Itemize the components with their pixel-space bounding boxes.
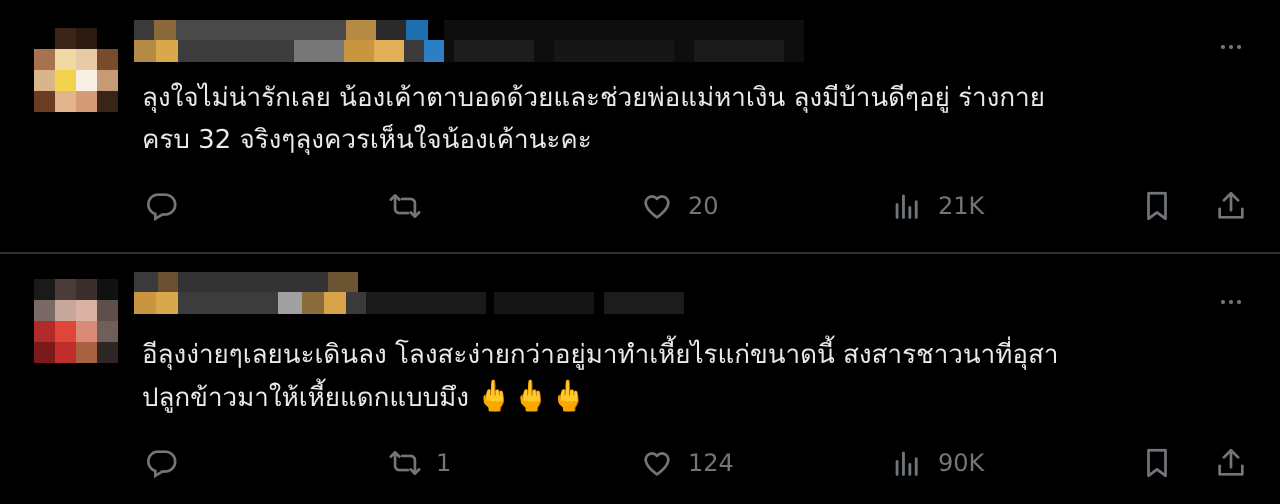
tweet-text: ลุงใจไม่น่ารักเลย น้องเค้าตาบอดด้วยและช่… (142, 77, 1242, 161)
retweet-button[interactable] (388, 184, 436, 228)
bookmark-icon (1147, 448, 1167, 478)
tweet-text: อีลุงง่ายๆเลยนะเดินลง โลงสะง่ายกว่าอยู่ม… (142, 334, 1242, 419)
avatar[interactable] (34, 279, 118, 363)
reply-button[interactable] (144, 441, 192, 485)
share-icon (1218, 191, 1244, 219)
like-icon (644, 195, 670, 219)
share-button[interactable] (1214, 441, 1248, 485)
more-options-button[interactable] (1216, 32, 1246, 62)
bookmark-icon (1147, 191, 1167, 221)
view-count: 90K (938, 449, 985, 477)
tweet-text-line-1: อีลุงง่ายๆเลยนะเดินลง โลงสะง่ายกว่าอยู่ม… (142, 340, 1059, 370)
tweet[interactable]: ลุงใจไม่น่ารักเลย น้องเค้าตาบอดด้วยและช่… (0, 0, 1280, 253)
avatar[interactable] (34, 28, 118, 112)
tweet-text-line-2: ปลูกข้าวมาให้เหี้ยแดกแบบมึง (142, 383, 469, 413)
tweet-actions: 20 21K (0, 184, 1280, 228)
views-icon (895, 194, 918, 219)
tweet-divider (0, 252, 1280, 254)
like-button[interactable]: 20 (640, 184, 719, 228)
reply-button[interactable] (144, 184, 192, 228)
display-name-redacted[interactable] (134, 272, 794, 314)
retweet-count: 1 (436, 449, 452, 477)
more-icon (1221, 300, 1225, 304)
bookmark-button[interactable] (1140, 441, 1174, 485)
tweet-actions: 1 124 90K (0, 441, 1280, 485)
views-button[interactable]: 90K (890, 441, 984, 485)
middle-finger-emoji: 🖕🖕🖕 (474, 379, 588, 414)
tweet[interactable]: อีลุงง่ายๆเลยนะเดินลง โลงสะง่ายกว่าอยู่ม… (0, 255, 1280, 504)
reply-icon (147, 450, 177, 479)
tweet-text-line-2: ครบ 32 จริงๆลุงควรเห็นใจน้องเค้านะคะ (142, 125, 592, 155)
view-count: 21K (938, 192, 985, 220)
share-icon (1218, 448, 1244, 476)
retweet-button[interactable]: 1 (388, 441, 451, 485)
retweet-icon (389, 194, 421, 218)
reply-icon (147, 193, 177, 222)
display-name-redacted[interactable] (134, 20, 804, 62)
like-count: 20 (688, 192, 719, 220)
views-button[interactable]: 21K (890, 184, 984, 228)
bookmark-button[interactable] (1140, 184, 1174, 228)
retweet-icon (389, 451, 421, 475)
like-button[interactable]: 124 (640, 441, 734, 485)
more-options-button[interactable] (1216, 287, 1246, 317)
more-icon (1221, 45, 1225, 49)
like-icon (644, 452, 670, 476)
like-count: 124 (688, 449, 734, 477)
share-button[interactable] (1214, 184, 1248, 228)
views-icon (895, 451, 918, 476)
tweet-text-line-1: ลุงใจไม่น่ารักเลย น้องเค้าตาบอดด้วยและช่… (142, 83, 1045, 113)
